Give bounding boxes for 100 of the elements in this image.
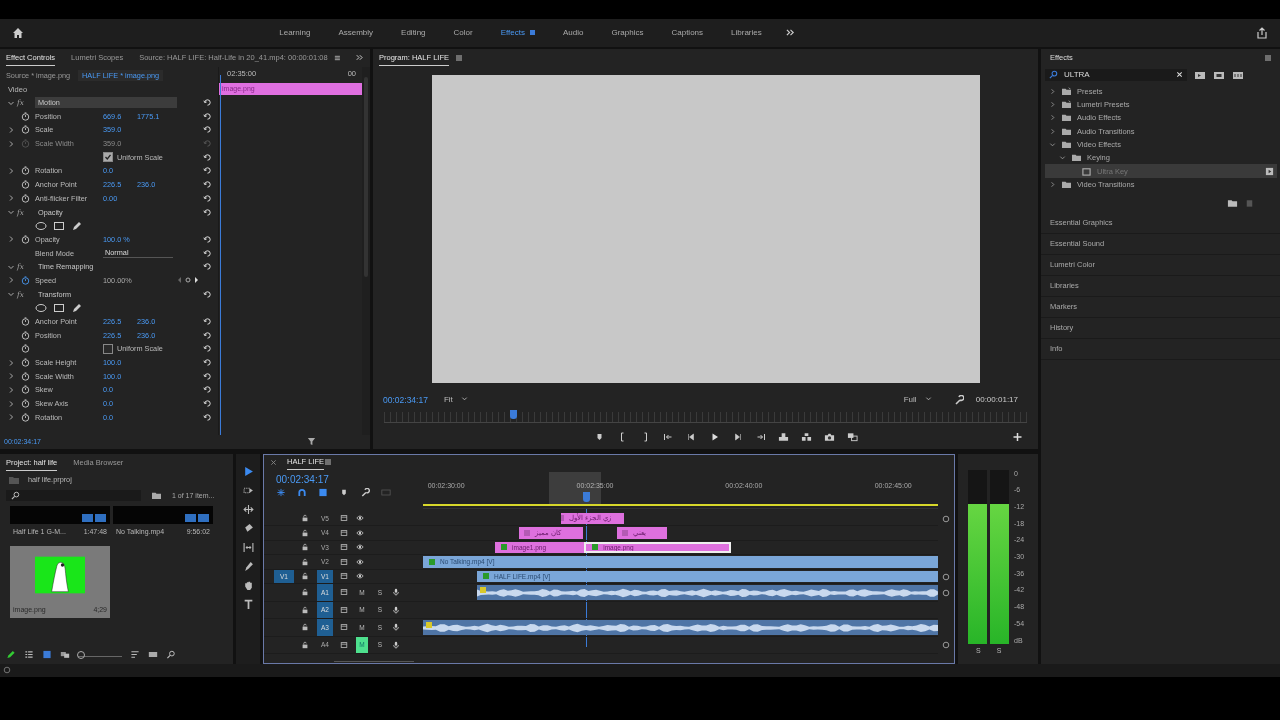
lock-icon[interactable] (301, 588, 309, 597)
chevron-icon[interactable] (7, 166, 15, 175)
reset-icon[interactable] (203, 248, 212, 258)
sync-lock-icon[interactable] (340, 514, 348, 523)
go-to-in-icon[interactable] (662, 431, 674, 442)
chevron-icon[interactable] (1049, 141, 1056, 148)
eye-icon[interactable] (356, 572, 364, 581)
reset-icon[interactable] (203, 289, 212, 299)
reset-icon[interactable] (203, 330, 212, 340)
sync-lock-icon[interactable] (340, 623, 348, 632)
sync-lock-icon[interactable] (340, 528, 348, 537)
filter-icon[interactable] (307, 437, 316, 447)
sync-lock-icon[interactable] (340, 557, 348, 566)
pen-icon[interactable] (71, 220, 83, 231)
scroll-handle-icon[interactable] (942, 514, 950, 523)
workspace-tab[interactable]: Learning (265, 28, 325, 38)
chevron-icon[interactable] (7, 194, 15, 203)
workspace-tab[interactable]: Captions (657, 28, 718, 38)
lock-icon[interactable] (301, 605, 309, 614)
chevron-icon[interactable] (7, 413, 15, 422)
timecode[interactable]: 00:02:34:17 (383, 394, 428, 405)
stopwatch-icon[interactable] (21, 371, 30, 381)
reset-icon[interactable] (203, 152, 212, 162)
reset-icon[interactable] (203, 317, 212, 326)
camera-icon[interactable] (823, 431, 835, 442)
eye-icon[interactable] (356, 514, 364, 523)
lock-icon[interactable] (301, 572, 309, 581)
chevron-icon[interactable] (7, 399, 15, 408)
lock-icon[interactable] (301, 528, 309, 537)
stopwatch-icon[interactable] (21, 193, 30, 203)
lift-icon[interactable] (777, 431, 789, 442)
reset-icon[interactable] (203, 166, 212, 176)
reset-icon[interactable] (203, 234, 212, 244)
yuv-effects-icon[interactable] (1232, 69, 1244, 80)
chevron-icon[interactable] (7, 125, 15, 134)
wrench-icon[interactable] (360, 487, 370, 497)
wrench-icon[interactable] (953, 394, 964, 405)
reset-icon[interactable] (203, 125, 212, 135)
reset-icon[interactable] (203, 385, 212, 395)
timecode[interactable]: 00:02:34:17 (276, 473, 423, 485)
eye-icon[interactable] (356, 543, 364, 552)
home-icon[interactable] (12, 26, 24, 39)
linked-selection-icon[interactable] (318, 487, 328, 497)
lock-icon[interactable] (301, 640, 309, 649)
automate-icon[interactable] (148, 650, 158, 660)
marker-icon[interactable] (339, 487, 349, 497)
reset-icon[interactable] (203, 358, 212, 368)
workspace-tab[interactable]: Color (439, 28, 487, 38)
new-folder-icon[interactable] (1227, 198, 1238, 209)
lock-icon[interactable] (301, 543, 309, 552)
close-icon[interactable] (270, 458, 277, 466)
reset-icon[interactable] (203, 98, 212, 107)
ripple-edit-tool-icon[interactable] (242, 503, 254, 515)
step-back-icon[interactable] (685, 431, 697, 442)
workspace-tab[interactable]: Audio (549, 28, 598, 38)
extract-icon[interactable] (800, 431, 812, 442)
more-icon[interactable] (785, 28, 795, 38)
list-view-icon[interactable] (24, 650, 34, 660)
menu-icon[interactable] (324, 458, 333, 467)
search-field[interactable] (6, 490, 141, 502)
workspace-tab[interactable]: Libraries (717, 28, 776, 38)
chevron-icon[interactable] (7, 235, 15, 244)
reset-icon[interactable] (203, 262, 212, 272)
pen-icon[interactable] (242, 560, 254, 572)
hand-tool-icon[interactable] (242, 579, 254, 591)
workspace-tab[interactable]: Editing (387, 28, 440, 38)
search-field[interactable]: ULTRA (1045, 68, 1187, 81)
reset-icon[interactable] (203, 344, 212, 354)
sync-lock-icon[interactable] (340, 640, 348, 649)
bit-depth-icon[interactable] (1213, 69, 1225, 80)
accelerated-effects-icon[interactable] (1194, 69, 1206, 80)
chevron-icon[interactable] (1049, 87, 1056, 95)
playhead[interactable] (509, 409, 517, 419)
chevron-icon[interactable] (7, 385, 15, 394)
razor-tool-icon[interactable] (242, 522, 254, 534)
sync-lock-icon[interactable] (340, 543, 348, 552)
scroll-handle-icon[interactable] (942, 641, 950, 650)
reset-icon[interactable] (203, 207, 212, 217)
reset-icon[interactable] (203, 180, 212, 190)
nest-icon[interactable] (276, 487, 286, 497)
rectangle-mask-icon[interactable] (53, 220, 65, 231)
comparison-icon[interactable] (846, 431, 858, 442)
chevron-icon[interactable] (1049, 114, 1056, 122)
microphone-icon[interactable] (392, 605, 400, 614)
sync-lock-icon[interactable] (340, 605, 348, 614)
reset-icon[interactable] (203, 193, 212, 203)
chevron-icon[interactable] (7, 290, 15, 299)
menu-icon[interactable] (1264, 53, 1272, 62)
pencil-icon[interactable] (6, 650, 16, 660)
stopwatch-icon[interactable] (21, 234, 30, 244)
sync-lock-icon[interactable] (340, 588, 348, 597)
keyframe-navigator-icon[interactable] (176, 276, 200, 285)
stopwatch-icon[interactable] (21, 412, 30, 422)
menu-icon[interactable] (333, 53, 341, 62)
microphone-icon[interactable] (392, 640, 400, 649)
search-icon[interactable] (166, 650, 176, 660)
ellipse-mask-icon[interactable] (35, 220, 47, 231)
new-bin-icon[interactable] (151, 491, 162, 501)
reset-icon[interactable] (203, 412, 212, 422)
workspace-tab[interactable]: Effects (486, 28, 549, 38)
